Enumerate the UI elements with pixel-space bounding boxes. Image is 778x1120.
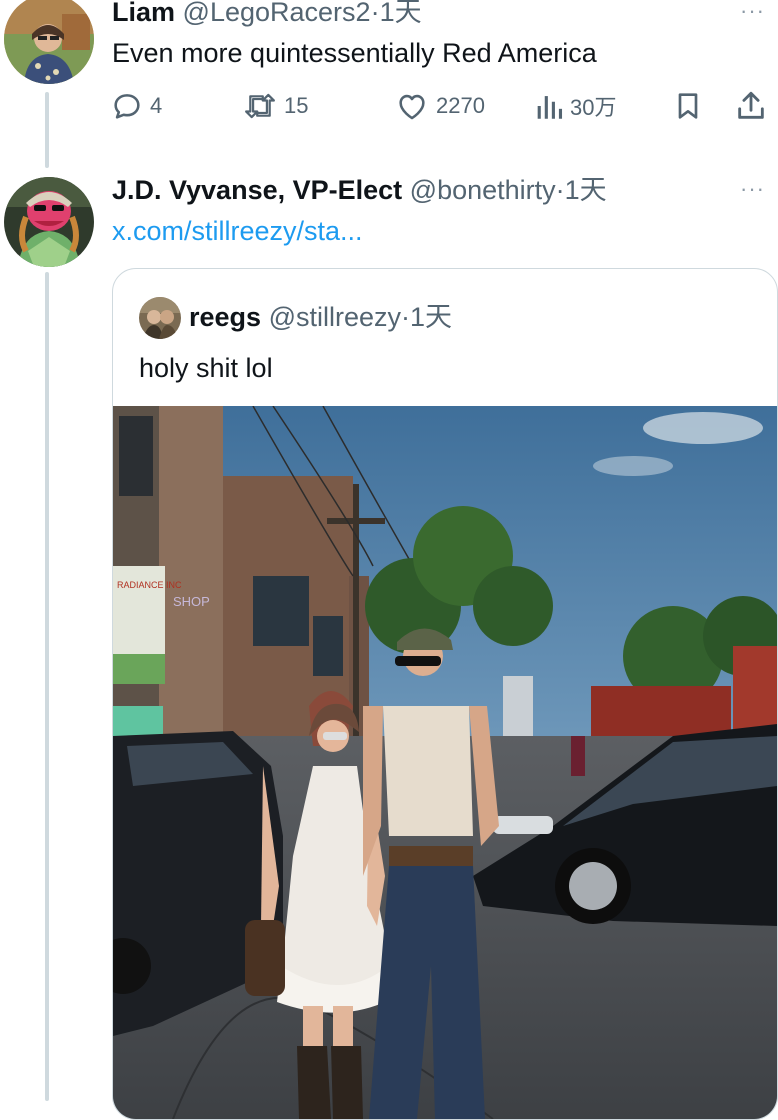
tweet-text: Even more quintessentially Red America <box>112 38 597 68</box>
quoted-tweet-card[interactable]: reegs @stillreezy·1天 holy shit lol RADIA… <box>112 268 778 1120</box>
avatar-reegs[interactable] <box>139 297 181 339</box>
like-count: 2270 <box>436 93 485 118</box>
retweet-button[interactable]: 15 <box>242 88 308 124</box>
avatar-liam[interactable] <box>4 0 94 84</box>
share-button[interactable] <box>734 88 768 124</box>
user-handle[interactable]: @LegoRacers2 <box>183 0 371 27</box>
display-name[interactable]: reegs <box>189 302 261 332</box>
user-handle[interactable]: @bonethirty <box>410 175 556 205</box>
like-icon <box>394 89 430 123</box>
avatar-jd-vyvanse[interactable] <box>4 177 94 267</box>
reply-icon <box>110 89 144 123</box>
user-handle[interactable]: @stillreezy <box>269 302 401 332</box>
quoted-tweet-text: holy shit lol <box>139 353 273 383</box>
photo-graffiti-text: SHOP <box>173 594 210 609</box>
thread-line-lower <box>45 272 49 1101</box>
views-icon <box>534 89 564 123</box>
retweet-icon <box>242 89 278 123</box>
separator-dot: · <box>370 0 380 27</box>
retweet-count: 15 <box>284 93 309 118</box>
photo-sign-text: RADIANCE INC <box>117 580 182 590</box>
separator-dot: · <box>401 302 411 332</box>
like-button[interactable]: 2270 <box>394 88 485 124</box>
tweet-header-jd-vyvanse: J.D. Vyvanse, VP-Elect @bonethirty·1天 <box>112 174 607 206</box>
timestamp[interactable]: 1天 <box>410 302 452 332</box>
views-button[interactable]: 30万 <box>534 88 616 124</box>
bookmark-button[interactable] <box>672 88 704 124</box>
tweet-link[interactable]: x.com/stillreezy/sta... <box>112 214 363 248</box>
more-options-icon[interactable]: ··· <box>740 176 765 202</box>
reply-count: 4 <box>150 93 163 118</box>
display-name[interactable]: J.D. Vyvanse, VP-Elect <box>112 175 402 205</box>
tweet-header-liam: Liam @LegoRacers2·1天 <box>112 0 422 28</box>
reply-button[interactable]: 4 <box>110 88 162 124</box>
bookmark-icon <box>672 89 704 123</box>
quoted-tweet-header: reegs @stillreezy·1天 <box>189 301 452 333</box>
more-options-icon[interactable]: ··· <box>740 0 765 24</box>
quoted-tweet-photo[interactable]: RADIANCE INC SHOP <box>113 405 777 1119</box>
share-icon <box>734 89 768 123</box>
timestamp[interactable]: 1天 <box>380 0 422 27</box>
timestamp[interactable]: 1天 <box>565 175 607 205</box>
views-count: 30万 <box>570 95 617 120</box>
separator-dot: · <box>555 175 565 205</box>
thread-line-upper <box>45 92 49 168</box>
display-name[interactable]: Liam <box>112 0 175 27</box>
tweet-actions-bar: 4 15 2270 30万 <box>110 88 774 124</box>
